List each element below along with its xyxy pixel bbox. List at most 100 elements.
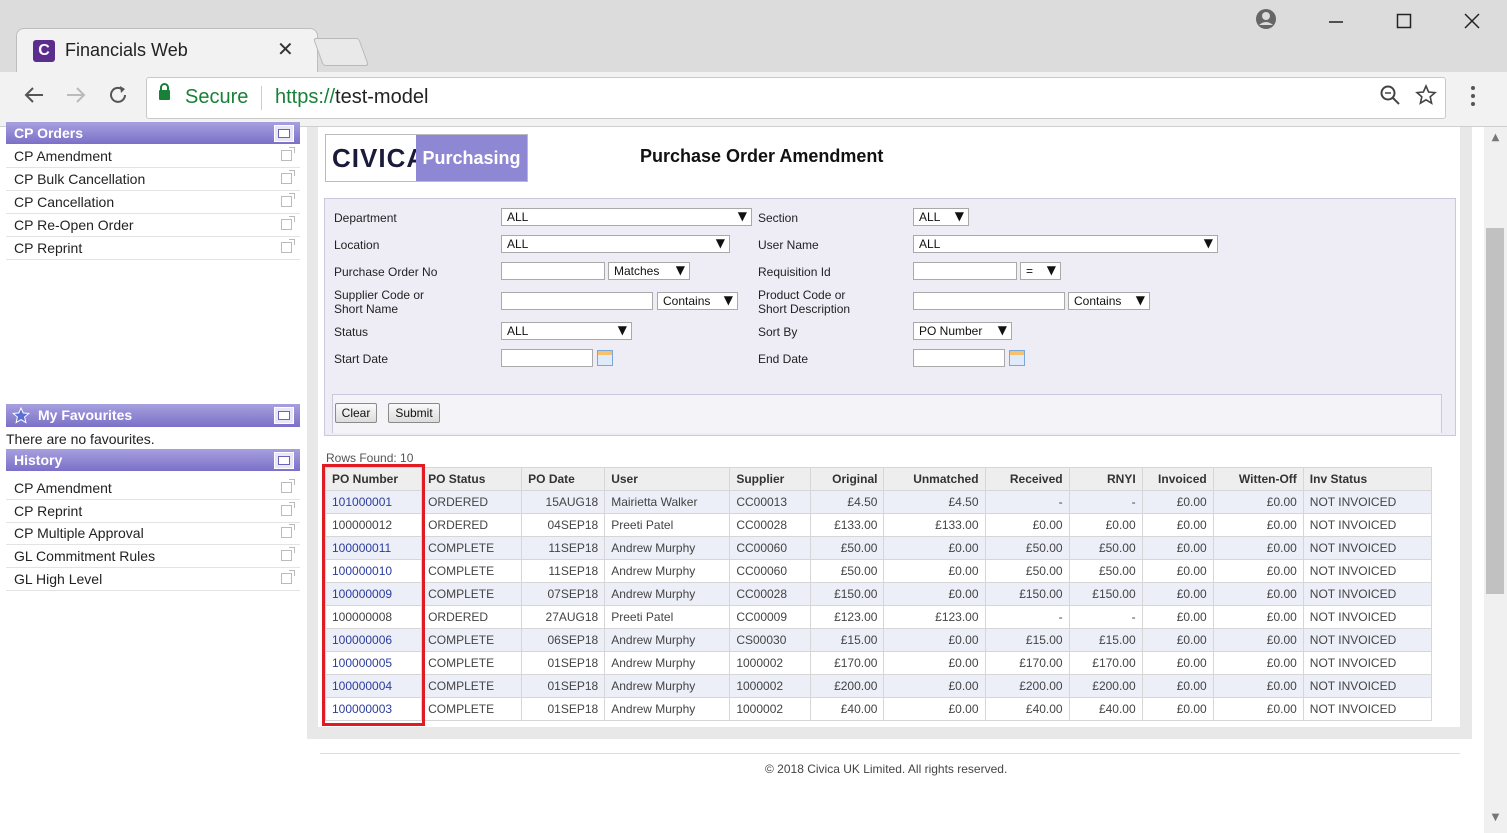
supplier-match-select[interactable]: Contains ▼ <box>657 292 738 310</box>
menu-icon[interactable] <box>1462 84 1484 108</box>
browser-tab[interactable]: C Financials Web ✕ <box>16 28 318 73</box>
external-link-icon[interactable] <box>281 502 295 516</box>
end-date-input[interactable] <box>913 349 1005 367</box>
column-header[interactable]: RNYI <box>1068 467 1143 491</box>
product-match-select[interactable]: Contains ▼ <box>1068 292 1150 310</box>
column-header[interactable]: Inv Status <box>1302 467 1433 491</box>
scroll-down-icon[interactable]: ▼ <box>1488 812 1503 823</box>
history-item-cp-reprint[interactable]: CP Reprint <box>6 500 300 523</box>
table-cell: £0.00 <box>1212 490 1304 514</box>
external-link-icon[interactable] <box>281 570 295 584</box>
po-number-input[interactable] <box>501 262 605 280</box>
supplier-input[interactable] <box>501 292 653 310</box>
address-bar[interactable]: Secure https://test-model <box>146 77 1446 119</box>
external-link-icon[interactable] <box>281 524 295 538</box>
external-link-icon[interactable] <box>281 147 295 161</box>
column-header[interactable]: User <box>604 467 731 491</box>
sort-by-select[interactable]: PO Number ▼ <box>913 322 1012 340</box>
table-cell: £133.00 <box>883 513 986 537</box>
start-date-input[interactable] <box>501 349 593 367</box>
product-input[interactable] <box>913 292 1065 310</box>
external-link-icon[interactable] <box>281 170 295 184</box>
user-name-select[interactable]: ALL ▼ <box>913 235 1218 253</box>
table-cell: £0.00 <box>1212 536 1304 560</box>
table-cell: CC00060 <box>729 536 812 560</box>
location-select[interactable]: ALL ▼ <box>501 235 730 253</box>
status-select[interactable]: ALL ▼ <box>501 322 632 340</box>
scrollbar-thumb[interactable] <box>1486 228 1504 594</box>
column-header[interactable]: Unmatched <box>883 467 986 491</box>
external-link-icon[interactable] <box>281 216 295 230</box>
table-cell: 1000002 <box>729 651 812 675</box>
section-select[interactable]: ALL ▼ <box>913 208 969 226</box>
close-icon[interactable] <box>1452 8 1492 38</box>
history-item-label: GL High Level <box>14 571 103 587</box>
url-host: test-model <box>335 86 429 108</box>
column-header[interactable]: Supplier <box>729 467 812 491</box>
back-icon[interactable] <box>18 82 50 114</box>
cp-orders-title: CP Orders <box>14 125 83 141</box>
history-item-gl-commitment-rules[interactable]: GL Commitment Rules <box>6 545 300 568</box>
table-cell: Andrew Murphy <box>604 651 731 675</box>
history-header: History <box>6 449 300 471</box>
sidebar-item-cp-bulk-cancellation[interactable]: CP Bulk Cancellation <box>6 168 300 191</box>
panel-folder-icon[interactable] <box>274 407 294 424</box>
reload-icon[interactable] <box>102 82 134 114</box>
external-link-icon[interactable] <box>281 479 295 493</box>
table-cell: £15.00 <box>810 628 885 652</box>
url-scheme: https:// <box>275 86 336 108</box>
browser-toolbar: Secure https://test-model <box>0 72 1507 127</box>
external-link-icon[interactable] <box>281 239 295 253</box>
external-link-icon[interactable] <box>281 193 295 207</box>
sidebar-item-cp-re-open-order[interactable]: CP Re-Open Order <box>6 214 300 237</box>
column-header[interactable]: PO Date <box>521 467 606 491</box>
start-date-calendar-icon[interactable] <box>597 350 613 366</box>
url-text[interactable]: https://test-model <box>275 86 428 109</box>
minimize-icon[interactable] <box>1316 8 1356 38</box>
table-cell: CC00028 <box>729 513 812 537</box>
history-item-gl-high-level[interactable]: GL High Level <box>6 568 300 591</box>
new-tab-button[interactable] <box>312 38 370 66</box>
purchasing-brand: Purchasing <box>416 135 527 181</box>
sidebar-item-cp-amendment[interactable]: CP Amendment <box>6 145 300 168</box>
maximize-icon[interactable] <box>1384 8 1424 38</box>
scroll-up-icon[interactable]: ▲ <box>1488 132 1503 143</box>
table-cell: £200.00 <box>810 674 885 698</box>
end-date-calendar-icon[interactable] <box>1009 350 1025 366</box>
dropdown-arrow-icon: ▼ <box>1203 236 1213 250</box>
table-cell: £0.00 <box>984 513 1070 537</box>
forward-icon[interactable] <box>60 82 92 114</box>
table-cell: £50.00 <box>1068 536 1143 560</box>
department-select[interactable]: ALL ▼ <box>501 208 752 226</box>
table-cell: Andrew Murphy <box>604 582 731 606</box>
table-cell: 07SEP18 <box>521 582 606 606</box>
tab-close-icon[interactable]: ✕ <box>277 37 294 61</box>
sidebar-item-label: CP Re-Open Order <box>14 217 134 233</box>
table-cell: £50.00 <box>984 559 1070 583</box>
history-item-cp-multiple-approval[interactable]: CP Multiple Approval <box>6 522 300 545</box>
submit-button[interactable]: Submit <box>388 403 440 423</box>
sidebar-item-cp-cancellation[interactable]: CP Cancellation <box>6 191 300 214</box>
sidebar-item-cp-reprint[interactable]: CP Reprint <box>6 237 300 260</box>
table-cell: 11SEP18 <box>521 559 606 583</box>
clear-button[interactable]: Clear <box>335 403 377 423</box>
po-number-match-select[interactable]: Matches ▼ <box>608 262 690 280</box>
requisition-id-input[interactable] <box>913 262 1017 280</box>
column-header[interactable]: Received <box>984 467 1070 491</box>
table-cell: £0.00 <box>1212 582 1304 606</box>
column-header[interactable]: Original <box>810 467 885 491</box>
requisition-id-match-select[interactable]: = ▼ <box>1020 262 1061 280</box>
bookmark-star-icon[interactable] <box>1415 83 1437 111</box>
column-header[interactable]: Invoiced <box>1141 467 1214 491</box>
cp-orders-header: CP Orders <box>6 122 300 144</box>
profile-icon[interactable] <box>1246 8 1286 38</box>
history-item-cp-amendment[interactable]: CP Amendment <box>6 477 300 500</box>
external-link-icon[interactable] <box>281 547 295 561</box>
page-title: Purchase Order Amendment <box>640 146 884 166</box>
panel-folder-icon[interactable] <box>274 125 294 142</box>
panel-folder-icon[interactable] <box>274 452 294 469</box>
column-header[interactable]: Witten-Off <box>1212 467 1304 491</box>
column-header[interactable]: PO Status <box>421 467 523 491</box>
zoom-icon[interactable] <box>1379 84 1401 111</box>
table-cell: Preeti Patel <box>604 605 731 629</box>
